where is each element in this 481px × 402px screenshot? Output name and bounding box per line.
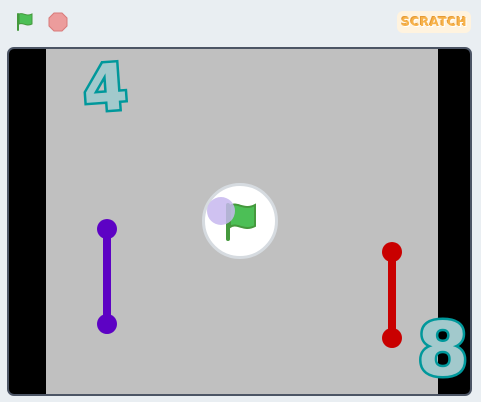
game-stage[interactable]: 4 8 bbox=[7, 47, 472, 396]
left-player-score: 4 bbox=[78, 49, 133, 130]
ball bbox=[207, 197, 235, 225]
scratch-logo-text: SCRATCH bbox=[401, 15, 467, 29]
stop-button[interactable] bbox=[45, 9, 71, 35]
right-paddle bbox=[382, 242, 402, 348]
green-flag-icon bbox=[17, 13, 33, 31]
green-flag-button[interactable] bbox=[12, 9, 38, 35]
stop-sign-icon bbox=[48, 12, 68, 32]
stage-toolbar: SCRATCH bbox=[0, 0, 481, 44]
scratch-logo: SCRATCH bbox=[397, 11, 471, 33]
right-player-score: 8 bbox=[415, 307, 470, 393]
left-paddle bbox=[97, 219, 117, 334]
